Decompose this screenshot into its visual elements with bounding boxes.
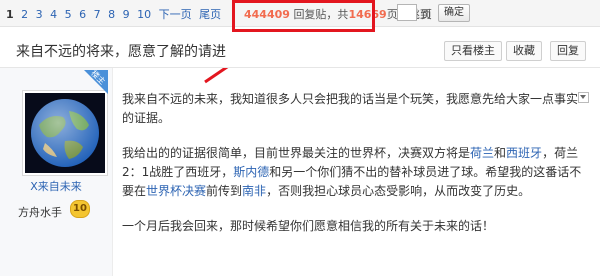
confirm-button[interactable]: 确定 [438,4,470,22]
page-link-5[interactable]: 5 [65,8,72,21]
favorite-button[interactable]: 收藏 [506,41,542,61]
reply-label: 回复贴，共 [293,8,349,21]
avatar[interactable] [22,90,108,176]
reply-button[interactable]: 回复 [550,41,586,61]
page-link-7[interactable]: 7 [94,8,101,21]
page-link-4[interactable]: 4 [50,8,57,21]
page-link-2[interactable]: 2 [21,8,28,21]
next-page-link[interactable]: 下一页 [159,6,192,22]
page-link-3[interactable]: 3 [36,8,43,21]
level-badge: 10 [70,200,90,218]
earth-avatar-icon [25,93,105,173]
thread-title: 来自不远的将来，愿意了解的请进 [16,44,226,60]
jump-page-input[interactable] [397,4,417,21]
post-body: 我来自不远的未来，我知道很多人只会把我的话当是个玩笑，我愿意先给大家一点事实的证… [122,90,584,252]
pager-bar: 1 2 3 4 5 6 7 8 9 10 下一页 尾页 444409 回复贴，共… [0,0,600,27]
page-link-1: 1 [6,8,14,21]
post-text: 我给出的的证据很简单，目前世界最关注的世界杯，决赛双方将是 [122,146,471,160]
post-text: ，否则我担心球员心态受影响，从而改变了历史。 [266,184,531,198]
page-count: 14669 [348,8,387,21]
link-world-cup-final[interactable]: 世界杯决赛 [146,184,206,198]
page-link-9[interactable]: 9 [123,8,130,21]
page-link-6[interactable]: 6 [79,8,86,21]
author-name[interactable]: X来自未来 [0,178,112,194]
link-netherlands[interactable]: 荷兰 [470,146,494,160]
post-text: 和 [494,146,507,160]
only-op-button[interactable]: 只看楼主 [444,41,502,61]
post-paragraph-3: 一个月后我会回来，那时候希望你们愿意相信我的所有关于未来的话！ [122,219,495,233]
post-text: 前传到 [206,184,243,198]
link-spain[interactable]: 西班牙 [506,146,542,160]
post-paragraph-1: 我来自不远的未来，我知道很多人只会把我的话当是个玩笑，我愿意先给大家一点事实的证… [122,92,579,125]
page-links: 1 2 3 4 5 6 7 8 9 10 下一页 尾页 [6,6,225,22]
last-page-link[interactable]: 尾页 [199,6,221,22]
page-link-8[interactable]: 8 [108,8,115,21]
reply-count: 444409 [244,8,290,21]
page-link-10[interactable]: 10 [137,8,151,21]
level-name: 方舟水手 [18,206,62,219]
link-south-africa[interactable]: 南非 [242,184,266,198]
jump-unit-label: 页 [421,8,432,21]
post-paragraph-2: 我给出的的证据很简单，目前世界最关注的世界杯，决赛双方将是荷兰和西班牙，荷兰2：… [122,144,584,201]
thread-title-bar: 来自不远的将来，愿意了解的请进 只看楼主 收藏 回复 [0,33,600,68]
link-sneijder[interactable]: 斯内德 [233,165,269,179]
